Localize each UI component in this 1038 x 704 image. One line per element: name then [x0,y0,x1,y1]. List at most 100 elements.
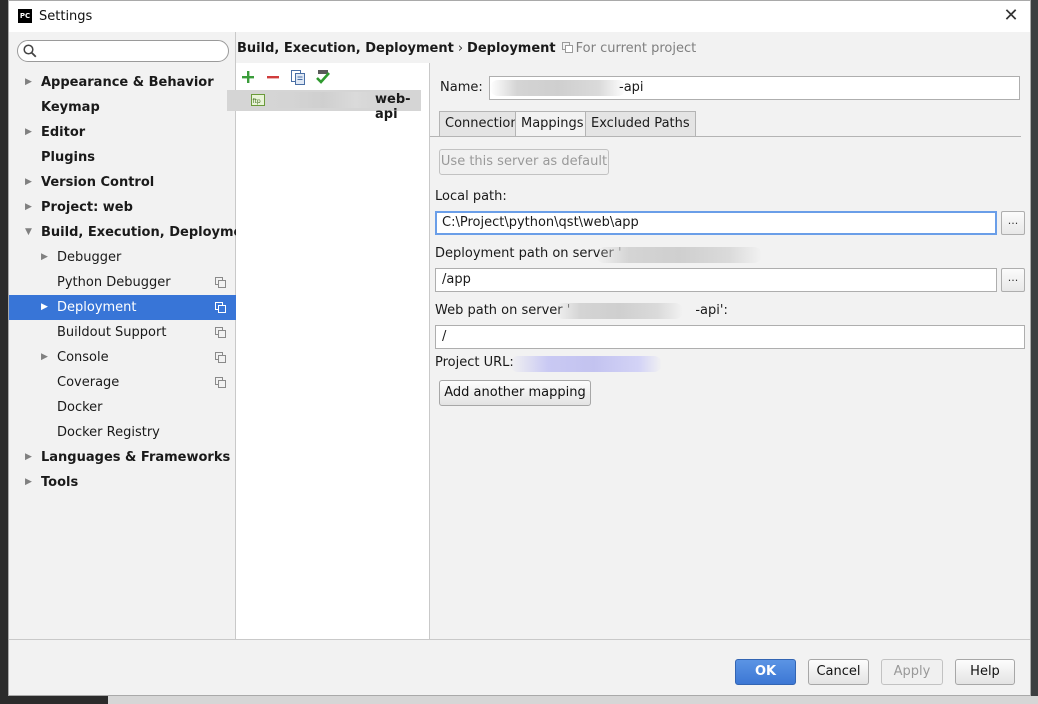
web-path-label-prefix: Web path on server ' [435,303,571,318]
sidebar-item-label: Languages & Frameworks [41,450,231,465]
sidebar-item-project-web[interactable]: ▶ Project: web [9,195,236,220]
sidebar-item-label: Console [57,350,109,365]
server-name-field[interactable]: -api [489,76,1020,100]
web-path-input[interactable]: / [435,325,1025,349]
footer-divider [9,639,1030,640]
sidebar-item-plugins[interactable]: Plugins [9,145,236,170]
expand-arrow-right-icon[interactable]: ▶ [41,245,51,270]
breadcrumb-parent[interactable]: Build, Execution, Deployment [237,41,454,56]
pycharm-app-icon: PC [18,9,32,23]
project-scope-icon [215,377,226,388]
sidebar-item-python-debugger[interactable]: Python Debugger [9,270,236,295]
project-scope-icon [215,327,226,338]
deployment-path-browse-button[interactable]: ... [1001,268,1025,292]
expand-arrow-right-icon[interactable]: ▶ [25,170,35,195]
local-path-label: Local path: [435,189,507,204]
check-icon[interactable] [315,69,331,85]
expand-arrow-down-icon[interactable]: ▼ [25,220,35,245]
project-url-label: Project URL: [435,355,514,370]
sidebar-item-label: Editor [41,125,86,140]
window-title: Settings [39,9,93,24]
sidebar-item-label: Docker Registry [57,425,160,440]
deployment-path-label: Deployment path on server ' [435,246,622,261]
sidebar-item-label: Python Debugger [57,275,171,290]
breadcrumb-separator: › [457,41,464,56]
sidebar-item-label: Project: web [41,200,133,215]
tab-excluded-paths[interactable]: Excluded Paths [585,111,696,136]
sidebar-item-label: Version Control [41,175,155,190]
sidebar-item-editor[interactable]: ▶ Editor [9,120,236,145]
tab-mappings[interactable]: Mappings [515,111,590,137]
add-another-mapping-button[interactable]: Add another mapping [439,380,591,406]
title-bar: PC Settings ✕ [9,1,1030,32]
sidebar-item-console[interactable]: ▶ Console [9,345,236,370]
tab-connection[interactable]: Connection [439,111,525,136]
remove-icon[interactable] [265,69,281,85]
sidebar-item-label: Tools [41,475,79,490]
project-scope-icon [215,302,226,313]
search-icon [23,44,37,58]
sidebar-item-label: Debugger [57,250,122,265]
name-field-visible-text: -api [619,80,644,95]
expand-arrow-right-icon[interactable]: ▶ [25,195,35,220]
sidebar-item-coverage[interactable]: Coverage [9,370,236,395]
project-scope-text: For current project [575,41,697,56]
expand-arrow-right-icon[interactable]: ▶ [25,70,35,95]
svg-text:ftp: ftp [253,98,261,105]
ok-button[interactable]: OK [735,659,796,685]
server-list [236,63,430,639]
sidebar-item-label: Docker [57,400,103,415]
cancel-button[interactable]: Cancel [808,659,869,685]
add-icon[interactable] [240,69,256,85]
sidebar-item-docker-registry[interactable]: Docker Registry [9,420,236,445]
sidebar-item-deployment[interactable]: ▶ Deployment [9,295,236,320]
breadcrumb-current: Deployment [467,41,556,56]
redacted-server-name [269,92,377,108]
settings-sidebar: ▶ Appearance & Behavior Keymap ▶ Editor Plugi… [9,32,258,639]
redacted-web-server [555,303,683,319]
project-scope-note: For current project [561,41,697,56]
sidebar-item-version-control[interactable]: ▶ Version Control [9,170,236,195]
expand-arrow-right-icon[interactable]: ▶ [25,470,35,495]
expand-arrow-right-icon[interactable]: ▶ [25,445,35,470]
project-scope-icon [561,42,573,53]
sidebar-item-label: Plugins [41,150,95,165]
expand-arrow-right-icon[interactable]: ▶ [41,295,51,320]
server-name-label: web-api [375,92,411,122]
desktop-left-strip [0,0,8,704]
sidebar-item-label: Buildout Support [57,325,167,340]
apply-button[interactable]: Apply [881,659,943,685]
sidebar-item-tools[interactable]: ▶ Tools [9,470,236,495]
sidebar-item-keymap[interactable]: Keymap [9,95,236,120]
sidebar-item-appearance-behavior[interactable]: ▶ Appearance & Behavior [9,70,236,95]
desktop-bottom-strip [0,696,1038,704]
sidebar-item-label: Build, Execution, Deployment [41,225,258,240]
sidebar-item-label: Deployment [57,300,137,315]
name-label: Name: [440,80,483,95]
sidebar-item-languages-frameworks[interactable]: ▶ Languages & Frameworks [9,445,236,470]
redacted-project-url[interactable] [510,356,662,372]
ftp-server-icon: ftp [251,94,265,106]
local-path-browse-button[interactable]: ... [1001,211,1025,235]
help-button[interactable]: Help [955,659,1015,685]
project-scope-icon [215,277,226,288]
sidebar-item-docker[interactable]: Docker [9,395,236,420]
server-list-item[interactable]: ftp web-api [227,90,421,122]
web-path-label-suffix: -api': [695,303,728,318]
sidebar-item-debugger[interactable]: ▶ Debugger [9,245,236,270]
redacted-deployment-server [596,247,762,263]
expand-arrow-right-icon[interactable]: ▶ [25,120,35,145]
sidebar-item-label: Appearance & Behavior [41,75,214,90]
taskbar-fragment [0,696,108,704]
sidebar-item-build-execution-deployment[interactable]: ▼ Build, Execution, Deployment [9,220,258,245]
local-path-input[interactable]: C:\Project\python\qst\web\app [435,211,997,235]
sidebar-item-buildout-support[interactable]: Buildout Support [9,320,236,345]
sidebar-item-label: Keymap [41,100,100,115]
deployment-path-input[interactable]: /app [435,268,997,292]
use-as-default-button[interactable]: Use this server as default [439,149,609,175]
sidebar-item-label: Coverage [57,375,120,390]
expand-arrow-right-icon[interactable]: ▶ [41,345,51,370]
settings-search-input[interactable] [17,40,229,62]
copy-icon[interactable] [290,69,306,85]
close-window-button[interactable]: ✕ [1000,5,1022,27]
